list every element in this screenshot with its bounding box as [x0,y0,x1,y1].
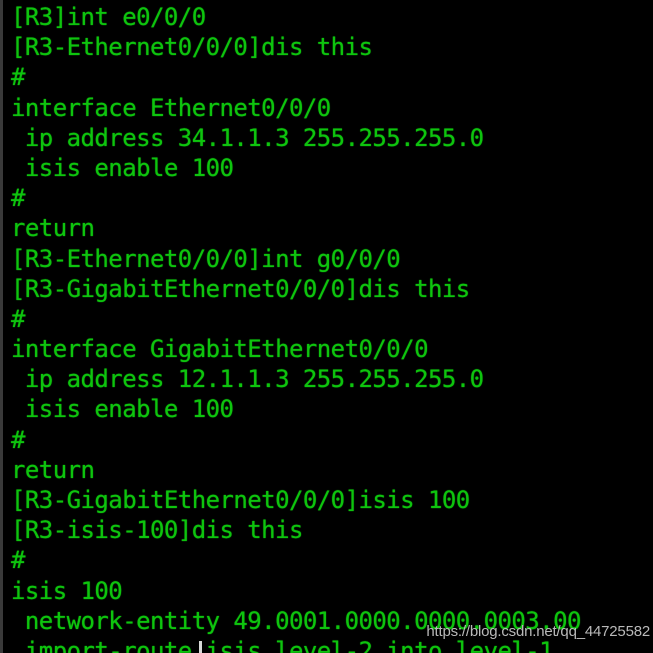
watermark-url: https://blog.csdn.net/qq_44725582 [426,623,650,640]
terminal-line: # [11,425,25,454]
terminal-output[interactable]: [R3]int e0/0/0 [R3-Ethernet0/0/0]dis this… [0,0,653,653]
terminal-window[interactable]: [R3]int e0/0/0 [R3-Ethernet0/0/0]dis this… [0,0,653,653]
text-cursor [199,641,202,653]
terminal-line: isis enable 100 [11,153,234,182]
terminal-line: isis 100 [11,576,123,605]
terminal-line: interface Ethernet0/0/0 [11,93,331,122]
terminal-line: [R3-Ethernet0/0/0]dis this [11,33,373,62]
terminal-line: isis enable 100 [11,395,234,424]
terminal-line: return [11,214,95,243]
terminal-line: [R3-Ethernet0/0/0]int g0/0/0 [11,244,401,273]
terminal-line: # [11,184,25,213]
terminal-line: [R3-isis-100]dis this [11,516,303,545]
terminal-line: # [11,63,25,92]
terminal-line: ip address 12.1.1.3 255.255.255.0 [11,365,484,394]
window-left-edge [0,0,3,653]
terminal-line: # [11,546,25,575]
terminal-line: interface GigabitEthernet0/0/0 [11,335,429,364]
terminal-line: [R3-GigabitEthernet0/0/0]isis 100 [11,486,470,514]
terminal-line: [R3-GigabitEthernet0/0/0]dis this [11,274,470,303]
terminal-line: [R3]int e0/0/0 [11,3,206,31]
terminal-line: return [11,455,95,484]
terminal-line: ip address 34.1.1.3 255.255.255.0 [11,123,484,152]
terminal-line: # [11,304,25,333]
